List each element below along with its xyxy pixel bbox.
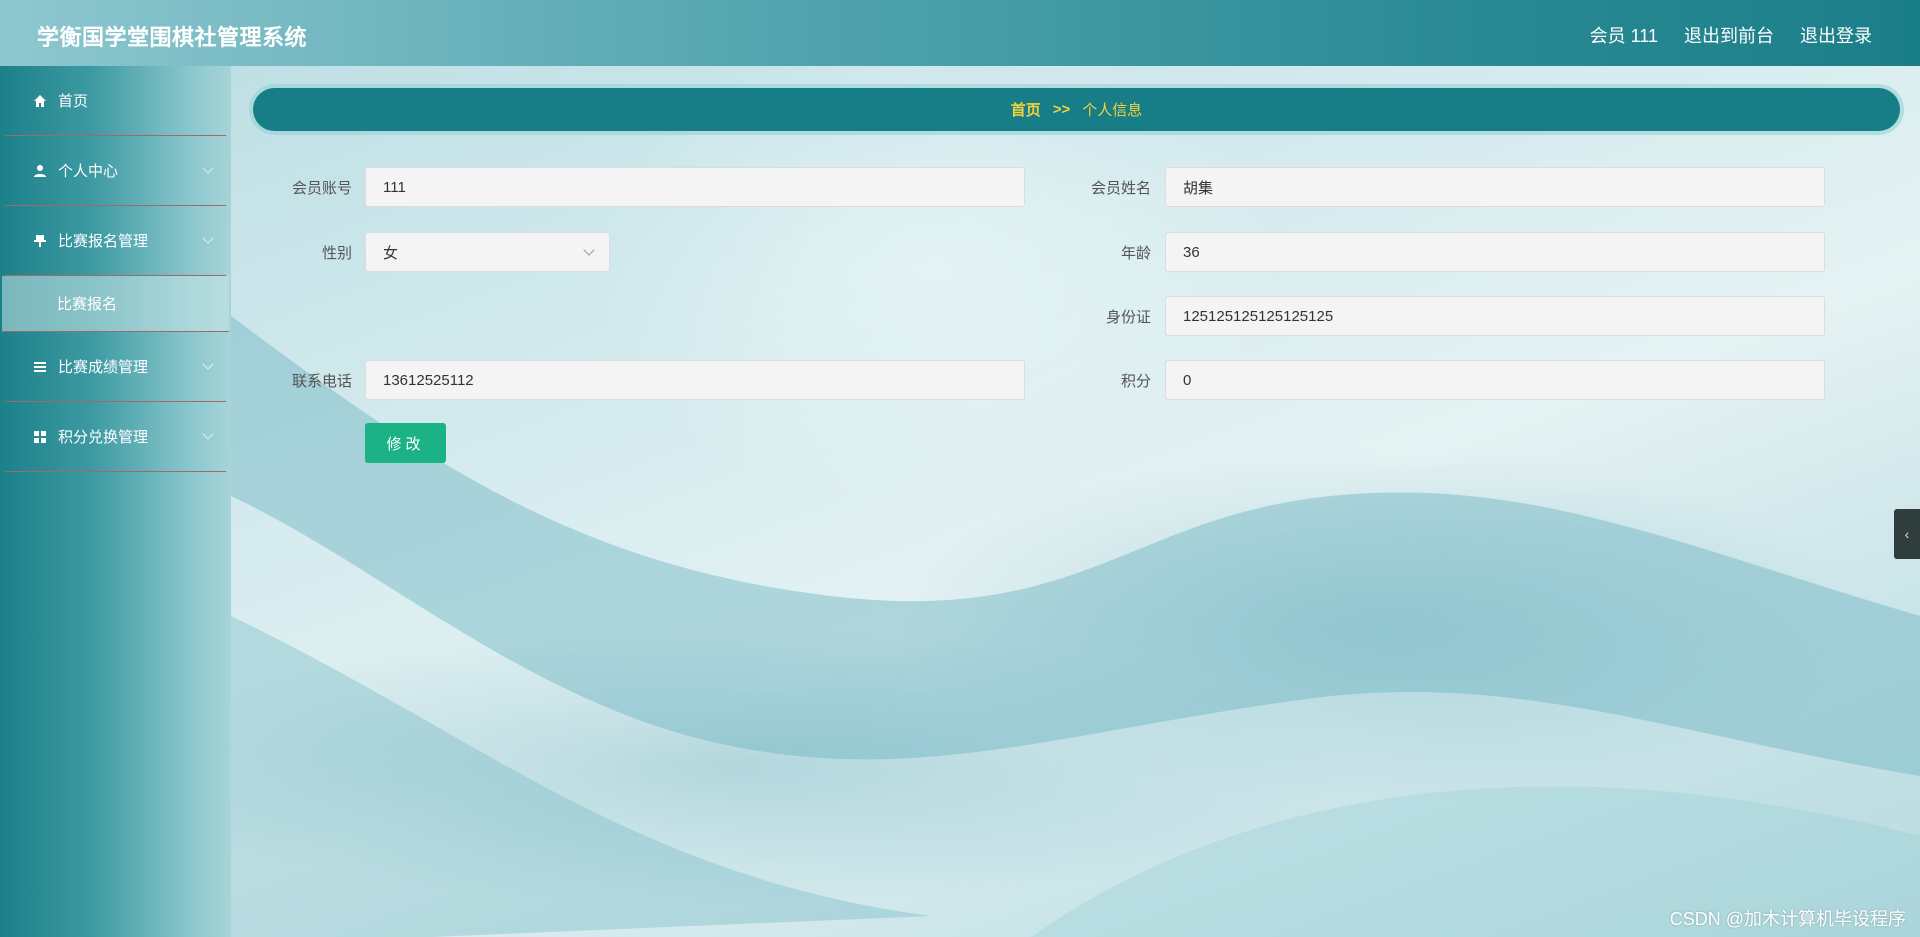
background-wave bbox=[231, 316, 1920, 937]
name-label: 会员姓名 bbox=[1090, 180, 1151, 197]
home-icon bbox=[33, 94, 47, 108]
chevron-down-icon bbox=[202, 162, 214, 174]
account-label: 会员账号 bbox=[291, 180, 352, 197]
gender-select[interactable]: 女 bbox=[365, 232, 610, 272]
sidebar-item-label: 积分兑换管理 bbox=[58, 429, 149, 446]
app-title: 学衡国学堂围棋社管理系统 bbox=[37, 25, 308, 50]
main-content: 首页 >> 个人信息 会员账号 111 会员姓名 胡集 性别 女 年龄 36 身… bbox=[231, 66, 1920, 937]
list-icon bbox=[33, 360, 47, 374]
breadcrumb-current: 个人信息 bbox=[1082, 102, 1143, 119]
phone-label: 联系电话 bbox=[291, 373, 352, 390]
sidebar-subitem-match-signup[interactable]: 比赛报名 bbox=[2, 276, 229, 332]
sidebar: 首页 个人中心 比赛报名管理 比赛报名 比赛成绩管理 积分兑换管理 bbox=[0, 66, 231, 937]
logout-link[interactable]: 退出登录 bbox=[1800, 22, 1872, 48]
sidebar-item-label: 比赛成绩管理 bbox=[58, 359, 149, 376]
age-label: 年龄 bbox=[1120, 245, 1151, 262]
sidebar-item-points-exchange-mgmt[interactable]: 积分兑换管理 bbox=[5, 402, 226, 472]
header-actions: 会员 111 退出到前台 退出登录 bbox=[1590, 22, 1872, 48]
collapse-panel-button[interactable]: ‹ bbox=[1894, 509, 1920, 559]
name-field[interactable]: 胡集 bbox=[1165, 167, 1825, 207]
pin-icon bbox=[33, 234, 47, 248]
sidebar-item-label: 首页 bbox=[58, 93, 89, 110]
user-icon bbox=[33, 164, 47, 178]
sidebar-item-label: 比赛报名 bbox=[57, 296, 118, 313]
grid-icon bbox=[33, 430, 47, 444]
chevron-down-icon bbox=[202, 358, 214, 370]
points-field[interactable]: 0 bbox=[1165, 360, 1825, 400]
chevron-down-icon bbox=[202, 428, 214, 440]
account-field[interactable]: 111 bbox=[365, 167, 1025, 207]
age-field[interactable]: 36 bbox=[1165, 232, 1825, 272]
gender-value: 女 bbox=[383, 244, 399, 262]
id-card-label: 身份证 bbox=[1105, 309, 1151, 326]
phone-field[interactable]: 13612525112 bbox=[365, 360, 1025, 400]
submit-button[interactable]: 修改 bbox=[365, 423, 446, 463]
sidebar-item-match-signup-mgmt[interactable]: 比赛报名管理 bbox=[5, 206, 226, 276]
chevron-left-icon: ‹ bbox=[1904, 526, 1910, 542]
back-to-front-link[interactable]: 退出到前台 bbox=[1684, 22, 1774, 48]
chevron-down-icon bbox=[583, 244, 595, 256]
sidebar-item-match-score-mgmt[interactable]: 比赛成绩管理 bbox=[5, 332, 226, 402]
user-label[interactable]: 会员 111 bbox=[1590, 22, 1658, 48]
sidebar-item-label: 个人中心 bbox=[58, 163, 119, 180]
breadcrumb-home[interactable]: 首页 bbox=[1011, 99, 1041, 120]
gender-label: 性别 bbox=[321, 245, 352, 262]
chevron-down-icon bbox=[202, 232, 214, 244]
top-header: 学衡国学堂围棋社管理系统 会员 111 退出到前台 退出登录 bbox=[0, 0, 1920, 66]
id-card-field[interactable]: 125125125125125125 bbox=[1165, 296, 1825, 336]
points-label: 积分 bbox=[1120, 373, 1151, 390]
breadcrumb: 首页 >> 个人信息 bbox=[253, 88, 1900, 131]
watermark: CSDN @加木计算机毕设程序 bbox=[1669, 909, 1906, 929]
sidebar-item-personal-center[interactable]: 个人中心 bbox=[5, 136, 226, 206]
breadcrumb-separator: >> bbox=[1052, 101, 1071, 118]
sidebar-item-home[interactable]: 首页 bbox=[5, 66, 226, 136]
sidebar-item-label: 比赛报名管理 bbox=[58, 233, 149, 250]
